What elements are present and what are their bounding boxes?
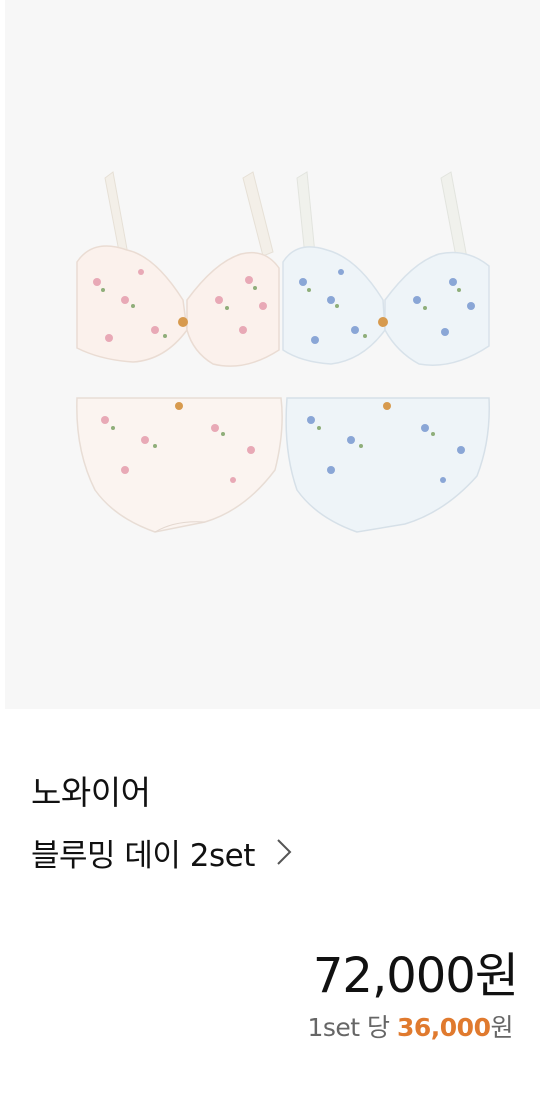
product-image[interactable] [5,0,540,709]
pink-brief [76,397,283,533]
per-set-suffix: 원 [490,1013,513,1042]
blue-bra [282,171,490,366]
per-set-price: 1set 당 36,000원 [307,1008,513,1044]
per-set-prefix: 1set 당 [307,1013,390,1042]
brand-name: 노와이어 [31,773,151,812]
pink-bra [76,171,280,367]
product-name: 블루밍 데이 2set [31,837,255,874]
blue-brief [285,397,490,533]
product-name-link[interactable]: 블루밍 데이 2set [31,832,293,874]
chevron-right-icon [275,837,293,867]
per-set-value: 36,000 [397,1013,491,1042]
product-price: 72,000원 [312,948,519,1004]
lingerie-set-illustration [76,171,490,533]
